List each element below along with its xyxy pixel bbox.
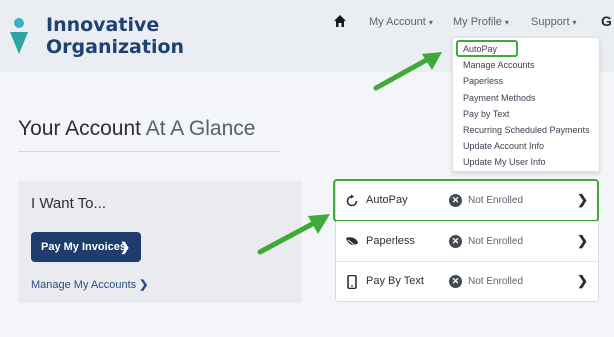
caret-down-icon: ▾ <box>428 18 433 27</box>
enrollment-label: AutoPay <box>366 194 408 206</box>
enrollment-row-paperless[interactable]: Paperless ✕ Not Enrolled ❯ <box>336 221 598 262</box>
manage-accounts-link[interactable]: Manage My Accounts ❯ <box>31 278 148 291</box>
menu-item-update-account-info[interactable]: Update Account Info <box>463 141 544 151</box>
menu-item-pay-by-text[interactable]: Pay by Text <box>463 109 509 119</box>
brand-name-line1: Innovative <box>46 14 160 36</box>
chevron-right-icon: ❯ <box>577 233 588 248</box>
enrollment-status: Not Enrolled <box>468 276 524 287</box>
caret-down-icon: ▾ <box>572 18 577 27</box>
chevron-right-icon: ❯ <box>139 279 149 291</box>
nav-my-profile[interactable]: My Profile ▾ <box>453 16 509 28</box>
not-enrolled-icon: ✕ <box>449 235 462 248</box>
menu-item-recurring-payments[interactable]: Recurring Scheduled Payments <box>463 125 590 135</box>
enrollment-row-autopay[interactable]: AutoPay ✕ Not Enrolled ❯ <box>333 179 599 222</box>
menu-item-manage-accounts[interactable]: Manage Accounts <box>463 60 535 70</box>
manage-accounts-label: Manage My Accounts <box>31 279 137 291</box>
leaf-icon <box>346 237 358 248</box>
enrollment-list: AutoPay ✕ Not Enrolled ❯ Paperless ✕ Not… <box>333 179 599 302</box>
chevron-right-icon: ❯ <box>577 273 588 288</box>
nav-support-label: Support <box>531 16 570 28</box>
page-title-light: At A Glance <box>145 117 256 140</box>
home-icon[interactable] <box>333 14 347 28</box>
not-enrolled-icon: ✕ <box>449 275 462 288</box>
enrollment-status: Not Enrolled <box>468 236 524 247</box>
page: Innovative Organization My Account ▾ My P… <box>0 0 614 337</box>
enrollment-row-pay-by-text[interactable]: Pay By Text ✕ Not Enrolled ❯ <box>336 261 598 302</box>
caret-down-icon: ▾ <box>504 18 509 27</box>
nav-my-profile-label: My Profile <box>453 16 502 28</box>
refresh-icon <box>346 194 358 207</box>
page-title: Your Account At A Glance <box>18 117 255 141</box>
enrollment-label: Pay By Text <box>366 275 424 287</box>
brand-name-line2: Organization <box>46 36 185 58</box>
nav-support[interactable]: Support ▾ <box>531 16 577 28</box>
person-mark-icon <box>10 18 28 54</box>
i-want-to-heading: I Want To... <box>31 195 107 212</box>
not-enrolled-icon: ✕ <box>449 194 462 207</box>
enrollment-status: Not Enrolled <box>468 195 524 206</box>
nav-my-account[interactable]: My Account ▾ <box>369 16 433 28</box>
nav-cutoff-item[interactable]: G <box>601 13 612 29</box>
menu-item-update-user-info[interactable]: Update My User Info <box>463 157 546 167</box>
chevron-right-icon: ❯ <box>577 192 588 207</box>
nav-my-account-label: My Account <box>369 16 426 28</box>
enrollment-label: Paperless <box>366 235 415 247</box>
title-divider <box>18 151 280 152</box>
callout-arrow-icon <box>373 52 442 91</box>
profile-dropdown-menu: AutoPay Manage Accounts Paperless Paymen… <box>452 37 600 172</box>
chevron-right-icon: ❯ <box>119 240 130 254</box>
menu-item-paperless[interactable]: Paperless <box>463 76 503 86</box>
callout-arrow-icon <box>257 214 330 255</box>
menu-item-payment-methods[interactable]: Payment Methods <box>463 93 536 103</box>
brand-logo[interactable]: Innovative Organization <box>10 14 184 64</box>
page-title-main: Your Account <box>18 117 141 140</box>
phone-icon <box>347 275 357 289</box>
pay-invoices-button[interactable]: Pay My Invoices ❯ <box>31 232 141 262</box>
menu-item-autopay[interactable]: AutoPay <box>463 44 497 54</box>
